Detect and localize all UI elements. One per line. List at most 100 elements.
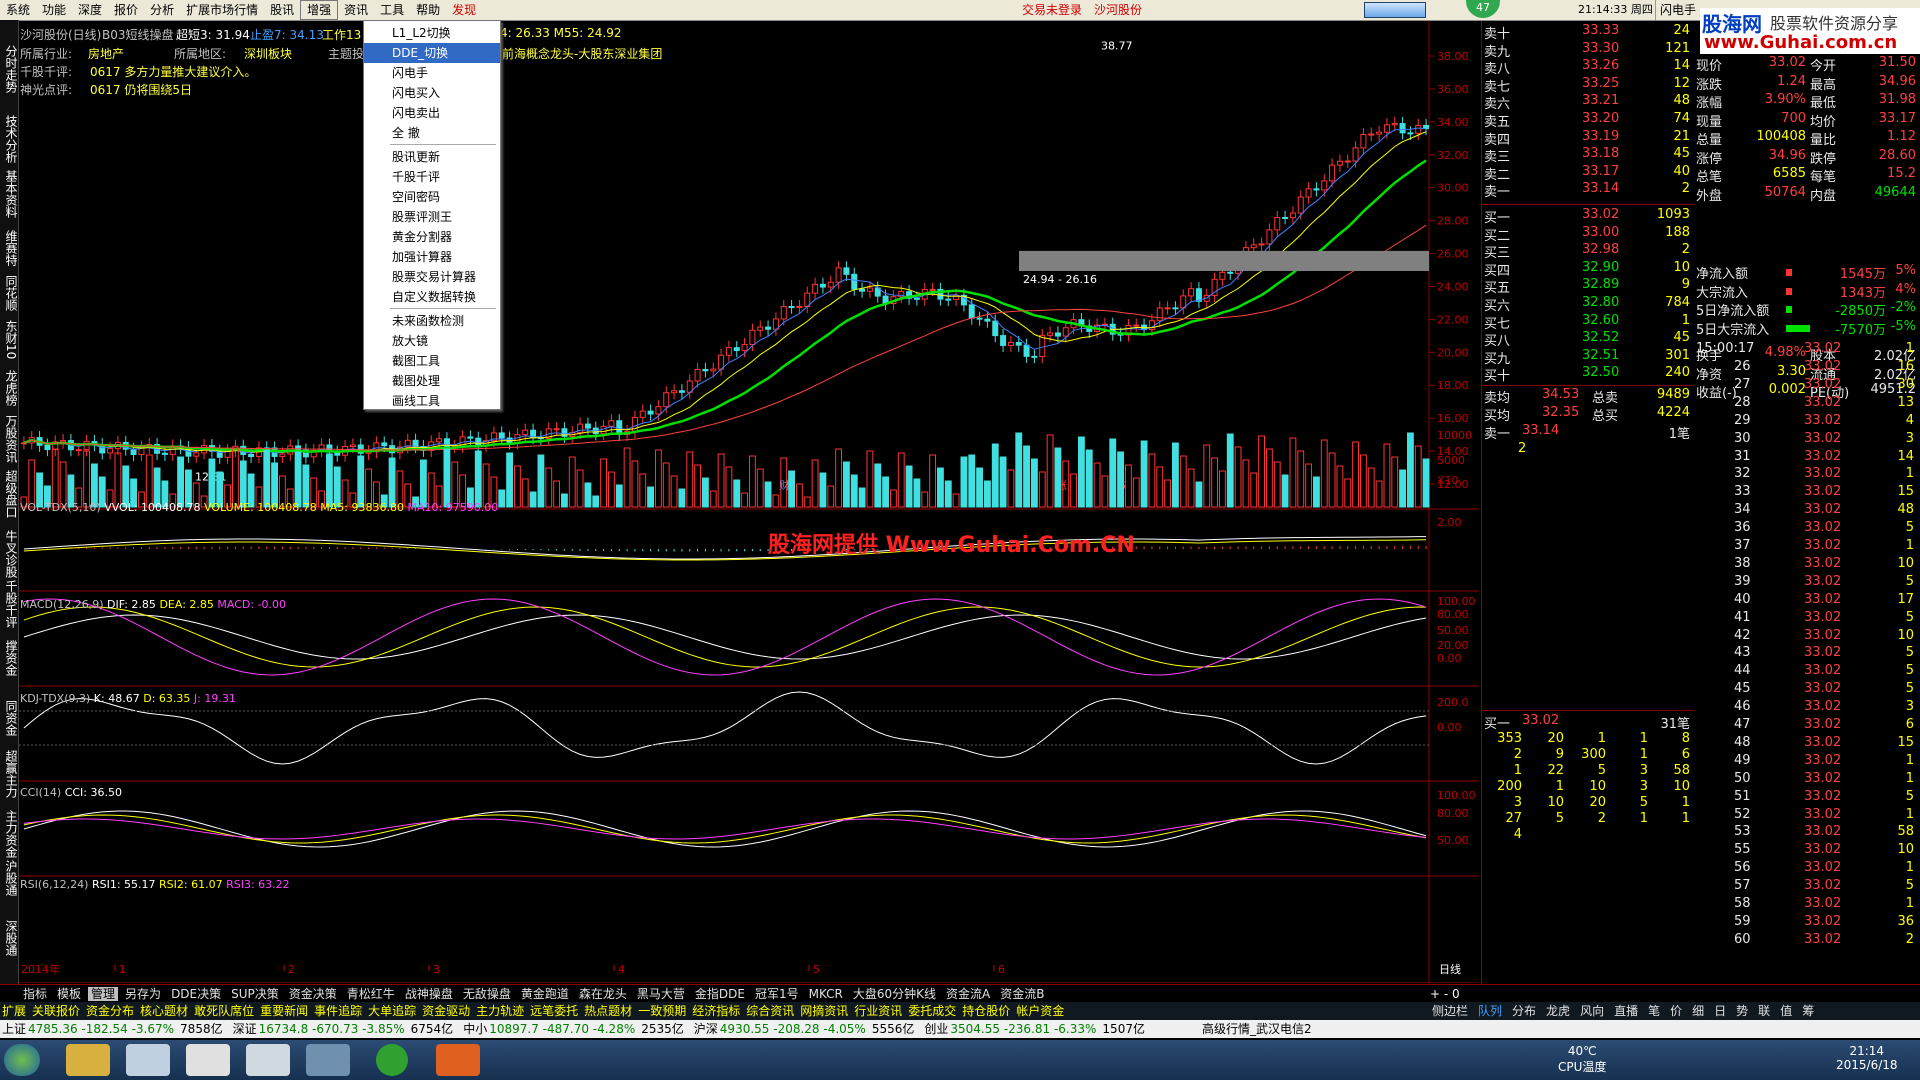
info-tab-0[interactable]: 扩展: [2, 1004, 26, 1018]
info-tab-4[interactable]: 敢死队席位: [194, 1004, 254, 1018]
menu-item-5[interactable]: 扩展市场行情: [180, 0, 264, 20]
indicator-tab-17[interactable]: 资金流A: [943, 987, 993, 1001]
login-status[interactable]: 交易未登录: [1022, 0, 1082, 20]
left-tab-11[interactable]: 撑资金: [1, 640, 18, 676]
dropdown-item-7[interactable]: 千股千评: [364, 167, 500, 187]
paint-icon[interactable]: [126, 1044, 170, 1076]
left-tab-7[interactable]: 万股资讯: [1, 415, 18, 463]
dropdown-item-8[interactable]: 空间密码: [364, 187, 500, 207]
calculator-icon[interactable]: [246, 1044, 290, 1076]
info-tab-11[interactable]: 热点题材: [584, 1004, 632, 1018]
dropdown-item-4[interactable]: 闪电卖出: [364, 103, 500, 123]
index-name[interactable]: 中小: [463, 1022, 487, 1036]
index-name[interactable]: 创业: [924, 1022, 948, 1036]
indicator-tab-12[interactable]: 黑马大营: [634, 987, 688, 1001]
left-tab-13[interactable]: 超赢主力: [1, 750, 18, 798]
dropdown-item-14[interactable]: 未来函数检测: [364, 311, 500, 331]
menu-item-4[interactable]: 分析: [144, 0, 180, 20]
dropdown-item-6[interactable]: 股讯更新: [364, 147, 500, 167]
right-tab-5[interactable]: 直播: [1614, 1004, 1638, 1018]
dropdown-item-17[interactable]: 截图处理: [364, 371, 500, 391]
menu-item-8[interactable]: 资讯: [338, 0, 374, 20]
left-tab-16[interactable]: 深股通: [1, 920, 18, 956]
dropdown-item-10[interactable]: 黄金分割器: [364, 227, 500, 247]
info-tab-5[interactable]: 重要新闻: [260, 1004, 308, 1018]
info-tab-7[interactable]: 大单追踪: [368, 1004, 416, 1018]
dropdown-item-2[interactable]: 闪电手: [364, 63, 500, 83]
info-tab-19[interactable]: 帐户资金: [1016, 1004, 1064, 1018]
menu-item-0[interactable]: 系统: [0, 0, 36, 20]
zoom-controls[interactable]: + - 0: [1430, 985, 1460, 1003]
info-tab-15[interactable]: 网摘资讯: [800, 1004, 848, 1018]
info-tab-18[interactable]: 持仓股价: [962, 1004, 1010, 1018]
right-tab-9[interactable]: 日: [1714, 1004, 1726, 1018]
index-name[interactable]: 沪深: [694, 1022, 718, 1036]
right-tab-4[interactable]: 风向: [1580, 1004, 1604, 1018]
window-icon[interactable]: [306, 1044, 350, 1076]
explorer-icon[interactable]: [66, 1044, 110, 1076]
left-tab-12[interactable]: 同资金: [1, 700, 18, 736]
flash-hand-button[interactable]: 闪电手: [1655, 0, 1700, 20]
dropdown-item-15[interactable]: 放大镜: [364, 331, 500, 351]
left-tab-3[interactable]: 维赛特: [1, 230, 18, 266]
info-tab-14[interactable]: 综合资讯: [746, 1004, 794, 1018]
dropdown-item-12[interactable]: 股票交易计算器: [364, 267, 500, 287]
dropdown-item-18[interactable]: 画线工具: [364, 391, 500, 411]
indicator-tab-5[interactable]: SUP决策: [228, 987, 282, 1001]
indicator-tab-1[interactable]: 模板: [54, 987, 84, 1001]
info-tab-1[interactable]: 关联报价: [32, 1004, 80, 1018]
info-tab-12[interactable]: 一致预期: [638, 1004, 686, 1018]
menu-item-2[interactable]: 深度: [72, 0, 108, 20]
info-tab-16[interactable]: 行业资讯: [854, 1004, 902, 1018]
right-tab-13[interactable]: 筹: [1802, 1004, 1814, 1018]
stock-name-link[interactable]: 沙河股份: [1094, 0, 1142, 20]
system-clock[interactable]: 21:14 2015/6/18: [1836, 1044, 1898, 1072]
indicator-tab-9[interactable]: 无敌操盘: [460, 987, 514, 1001]
info-tab-10[interactable]: 远笔委托: [530, 1004, 578, 1018]
indicator-tab-4[interactable]: DDE决策: [168, 987, 224, 1001]
indicator-tab-10[interactable]: 黄金跑道: [518, 987, 572, 1001]
menu-item-11[interactable]: 发现: [446, 0, 482, 20]
indicator-tab-16[interactable]: 大盘60分钟K线: [850, 987, 939, 1001]
dropdown-item-13[interactable]: 自定义数据转换: [364, 287, 500, 307]
info-tab-8[interactable]: 资金驱动: [422, 1004, 470, 1018]
left-tab-5[interactable]: 东财10: [1, 320, 18, 359]
menu-item-3[interactable]: 报价: [108, 0, 144, 20]
menu-item-1[interactable]: 功能: [36, 0, 72, 20]
info-tab-13[interactable]: 经济指标: [692, 1004, 740, 1018]
right-tab-10[interactable]: 势: [1736, 1004, 1748, 1018]
info-tab-6[interactable]: 事件追踪: [314, 1004, 362, 1018]
dropdown-item-1[interactable]: DDE_切换: [364, 43, 500, 63]
info-tab-17[interactable]: 委托成交: [908, 1004, 956, 1018]
left-tab-6[interactable]: 龙虎榜: [1, 370, 18, 406]
dropdown-item-11[interactable]: 加强计算器: [364, 247, 500, 267]
right-tab-2[interactable]: 分布: [1512, 1004, 1536, 1018]
notification-badge[interactable]: 47: [1466, 0, 1500, 18]
left-tab-1[interactable]: 技术分析: [1, 115, 18, 163]
indicator-tab-15[interactable]: MKCR: [806, 987, 846, 1001]
info-tab-9[interactable]: 主力轨迹: [476, 1004, 524, 1018]
menu-item-7[interactable]: 增强: [300, 0, 339, 20]
indicator-tab-3[interactable]: 另存为: [122, 987, 164, 1001]
right-tab-1[interactable]: 队列: [1478, 1004, 1502, 1018]
left-tab-0[interactable]: 分时走势: [1, 45, 18, 93]
dropdown-item-3[interactable]: 闪电买入: [364, 83, 500, 103]
indicator-tab-2[interactable]: 管理: [88, 987, 119, 1001]
right-tab-3[interactable]: 龙虎: [1546, 1004, 1570, 1018]
chart-app-icon[interactable]: [186, 1044, 230, 1076]
indicator-tab-0[interactable]: 指标: [20, 987, 50, 1001]
left-tab-2[interactable]: 基本资料: [1, 170, 18, 218]
right-tab-7[interactable]: 价: [1670, 1004, 1682, 1018]
indicator-tab-14[interactable]: 冠军1号: [752, 987, 802, 1001]
dropdown-item-0[interactable]: L1_L2切换: [364, 23, 500, 43]
indicator-tab-13[interactable]: 金指DDE: [692, 987, 748, 1001]
left-tab-4[interactable]: 同花顺: [1, 275, 18, 311]
menu-item-6[interactable]: 股讯: [264, 0, 300, 20]
right-tab-0[interactable]: 侧边栏: [1432, 1004, 1468, 1018]
indicator-tab-7[interactable]: 青松红牛: [344, 987, 398, 1001]
right-tab-8[interactable]: 细: [1692, 1004, 1704, 1018]
browser-icon[interactable]: [376, 1044, 408, 1076]
left-tab-9[interactable]: 牛叉诊股: [1, 530, 18, 578]
stock-app-icon[interactable]: [436, 1044, 480, 1076]
right-tab-12[interactable]: 值: [1780, 1004, 1792, 1018]
